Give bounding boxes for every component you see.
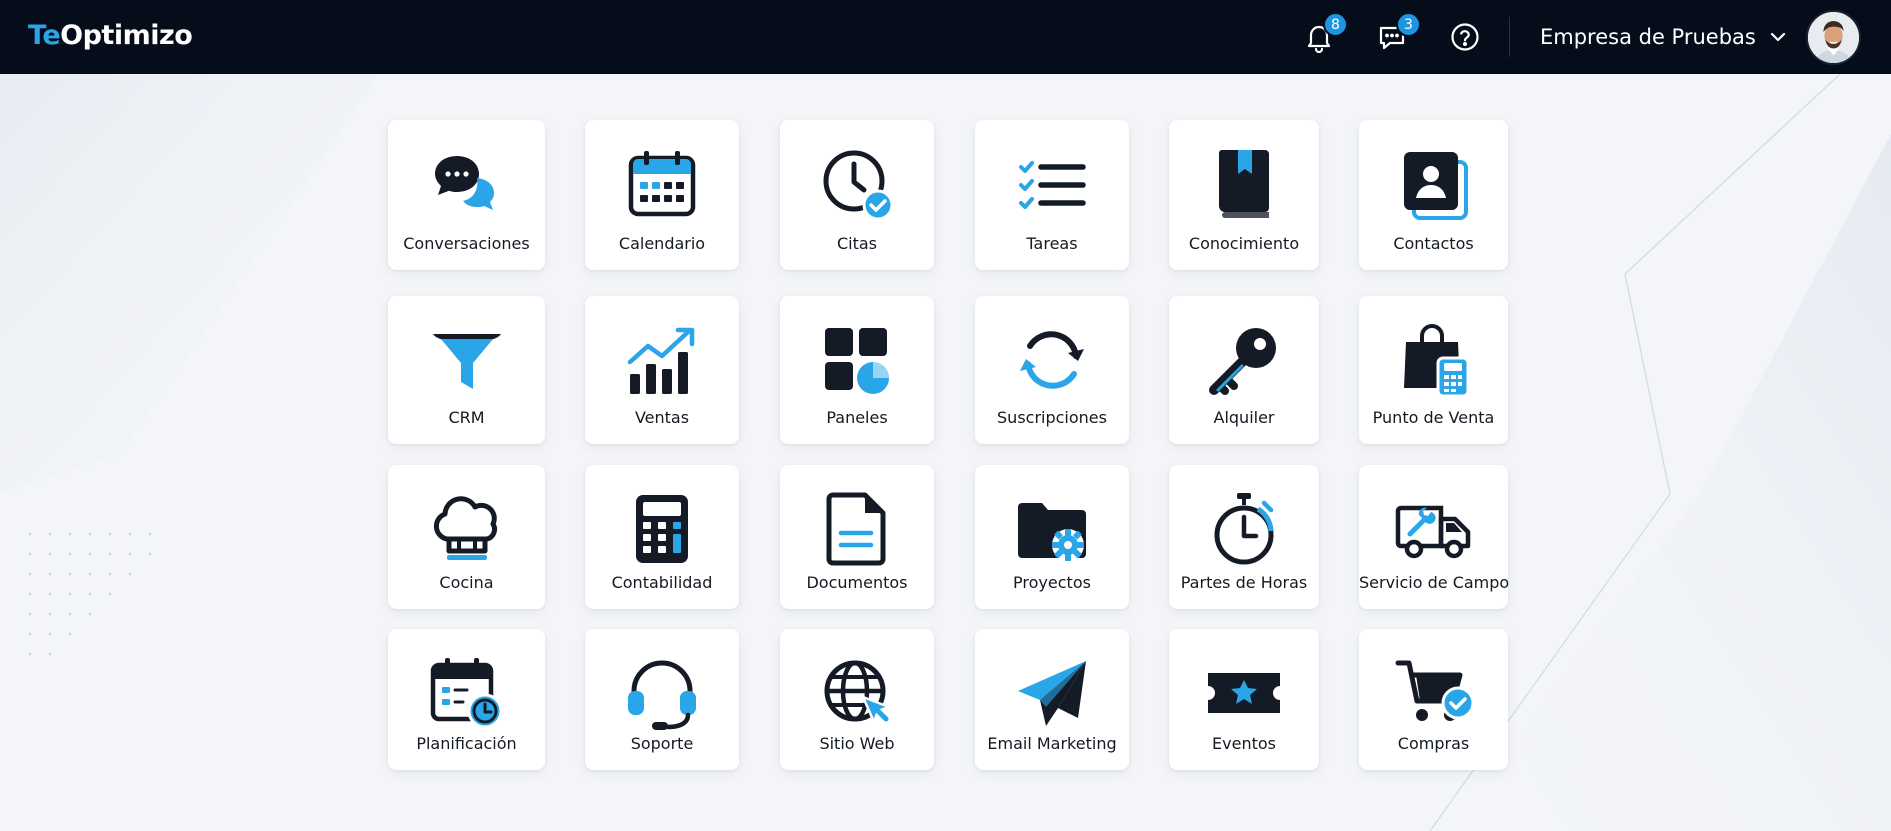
calendar-clock-icon	[427, 653, 507, 733]
app-tile-label: Proyectos	[1013, 573, 1091, 592]
app-tile-label: Ventas	[634, 408, 690, 427]
contact-card-icon	[1394, 144, 1474, 224]
app-tile-alquiler[interactable]: Alquiler	[1169, 296, 1319, 444]
header-separator	[1509, 17, 1510, 57]
app-tile-contactos[interactable]: Contactos	[1359, 120, 1508, 270]
app-tile-cocina[interactable]: Cocina	[388, 465, 545, 609]
dashboard-icon	[817, 320, 897, 400]
logo-suffix: Optimizo	[60, 20, 193, 51]
notifications-button[interactable]: 8	[1300, 12, 1348, 56]
folder-gear-icon	[1012, 489, 1092, 569]
app-tile-label: Alquiler	[1213, 408, 1275, 427]
paper-plane-icon	[1012, 653, 1092, 733]
user-avatar-icon	[1808, 12, 1859, 63]
app-tile-punto-de-venta[interactable]: Punto de Venta	[1359, 296, 1508, 444]
app-tile-label: Contactos	[1393, 234, 1474, 253]
messages-badge: 3	[1396, 12, 1421, 37]
bar-chart-up-icon	[622, 320, 702, 400]
app-tile-crm[interactable]: CRM	[388, 296, 545, 444]
help-icon	[1451, 23, 1479, 51]
app-tile-label: Tareas	[1026, 234, 1078, 253]
app-tile-label: Punto de Venta	[1372, 408, 1495, 427]
app-tile-calendario[interactable]: Calendario	[585, 120, 739, 270]
app-tile-label: Sitio Web	[819, 734, 895, 753]
shopping-bag-icon	[1394, 320, 1474, 400]
chevron-down-icon	[1770, 32, 1785, 42]
app-tile-contabilidad[interactable]: Contabilidad	[585, 465, 739, 609]
app-tile-conocimiento[interactable]: Conocimiento	[1169, 120, 1319, 270]
app-tile-email-marketing[interactable]: Email Marketing	[975, 629, 1129, 770]
document-icon	[817, 489, 897, 569]
app-tile-label: Eventos	[1212, 734, 1276, 753]
app-tile-proyectos[interactable]: Proyectos	[975, 465, 1129, 609]
top-bar: TeOptimizo 8 3 Empresa de Pruebas	[0, 0, 1891, 74]
app-tile-label: Paneles	[826, 408, 888, 427]
app-tile-sitio-web[interactable]: Sitio Web	[780, 629, 934, 770]
book-icon	[1204, 144, 1284, 224]
app-tile-servicio-de-campo[interactable]: Servicio de Campo	[1359, 465, 1510, 609]
chat-bubbles-icon	[427, 144, 507, 224]
app-tile-soporte[interactable]: Soporte	[585, 629, 739, 770]
app-tile-label: Documentos	[806, 573, 908, 592]
messages-button[interactable]: 3	[1373, 12, 1421, 56]
app-tile-suscripciones[interactable]: Suscripciones	[975, 296, 1129, 444]
app-tile-label: Calendario	[618, 234, 706, 253]
app-tile-documentos[interactable]: Documentos	[780, 465, 934, 609]
app-tile-label: Soporte	[630, 734, 694, 753]
app-tile-label: Citas	[836, 234, 878, 253]
app-tile-partes-de-horas[interactable]: Partes de Horas	[1169, 465, 1319, 609]
calendar-icon	[622, 144, 702, 224]
key-icon	[1204, 320, 1284, 400]
company-selector[interactable]: Empresa de Pruebas	[1540, 22, 1788, 52]
app-tile-paneles[interactable]: Paneles	[780, 296, 934, 444]
user-avatar[interactable]	[1806, 10, 1861, 65]
calculator-icon	[622, 489, 702, 569]
funnel-icon	[427, 320, 507, 400]
cart-check-icon	[1394, 653, 1474, 733]
app-tile-conversaciones[interactable]: Conversaciones	[388, 120, 545, 270]
notifications-badge: 8	[1323, 12, 1348, 37]
headset-icon	[622, 653, 702, 733]
ticket-icon	[1204, 653, 1284, 733]
globe-cursor-icon	[817, 653, 897, 733]
help-button[interactable]	[1446, 18, 1484, 56]
app-tile-citas[interactable]: Citas	[780, 120, 934, 270]
app-tile-eventos[interactable]: Eventos	[1169, 629, 1319, 770]
app-tile-label: CRM	[448, 408, 485, 427]
chef-hat-icon	[427, 489, 507, 569]
service-truck-icon	[1394, 489, 1474, 569]
app-tile-planificacion[interactable]: Planificación	[388, 629, 545, 770]
app-tile-label: Cocina	[439, 573, 494, 592]
app-tile-label: Suscripciones	[997, 408, 1107, 427]
app-tile-compras[interactable]: Compras	[1359, 629, 1508, 770]
logo-prefix: Te	[28, 20, 61, 51]
app-tile-ventas[interactable]: Ventas	[585, 296, 739, 444]
checklist-icon	[1012, 144, 1092, 224]
logo[interactable]: TeOptimizo	[28, 20, 193, 51]
refresh-icon	[1012, 320, 1092, 400]
stopwatch-icon	[1204, 489, 1284, 569]
company-name: Empresa de Pruebas	[1540, 25, 1756, 49]
app-tile-label: Email Marketing	[987, 734, 1117, 753]
app-grid: Conversaciones Calendario Citas Tareas Conoc…	[0, 0, 1891, 831]
app-tile-label: Conversaciones	[403, 234, 530, 253]
app-tile-label: Compras	[1397, 734, 1470, 753]
app-tile-label: Planificación	[416, 734, 517, 753]
app-tile-label: Servicio de Campo	[1359, 573, 1510, 592]
clock-check-icon	[817, 144, 897, 224]
app-tile-label: Contabilidad	[611, 573, 713, 592]
app-tile-label: Partes de Horas	[1180, 573, 1308, 592]
app-tile-label: Conocimiento	[1188, 234, 1300, 253]
app-tile-tareas[interactable]: Tareas	[975, 120, 1129, 270]
